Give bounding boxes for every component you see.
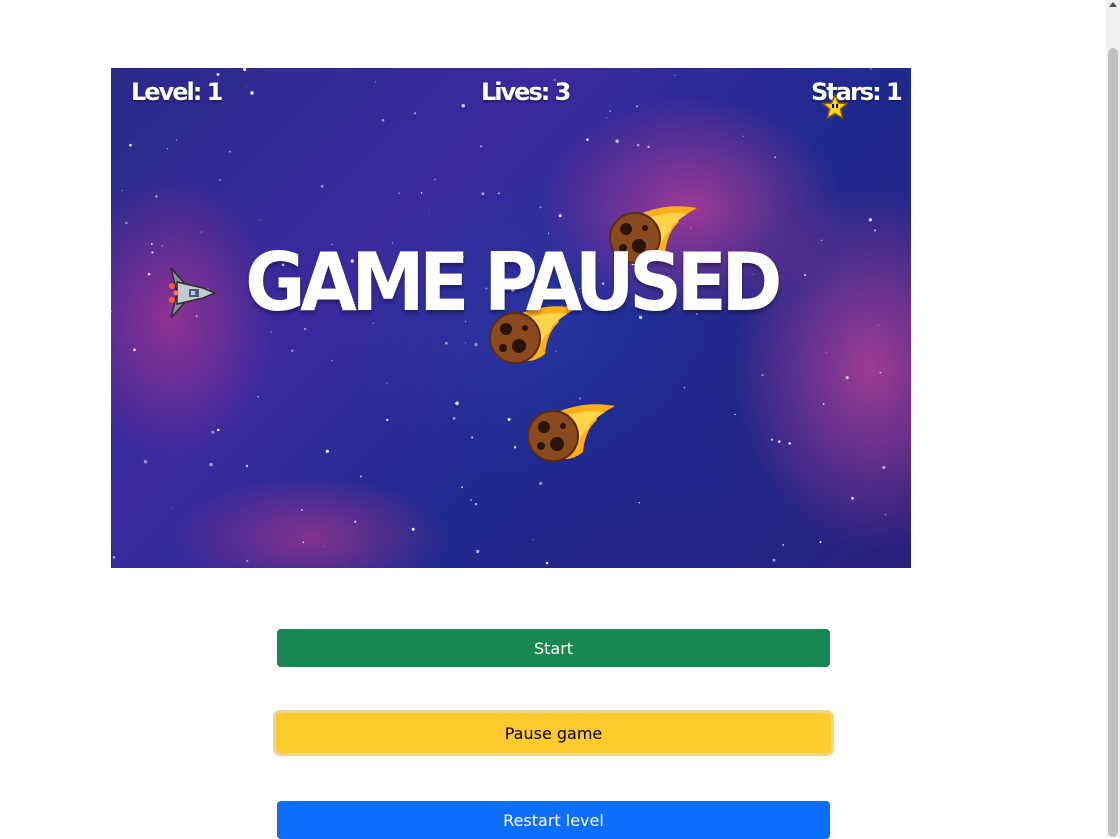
pause-game-button[interactable]: Pause game bbox=[276, 713, 831, 753]
start-button[interactable]: Start bbox=[277, 629, 830, 667]
game-paused-overlay: GAME PAUSED bbox=[245, 236, 782, 329]
lives-counter: Lives: 3 bbox=[481, 78, 571, 106]
page-scrollbar[interactable] bbox=[1106, 0, 1120, 837]
restart-level-button[interactable]: Restart level bbox=[277, 801, 830, 839]
game-canvas[interactable]: Level: 1 Lives: 3 Stars: 1 GAME PAUSED bbox=[111, 68, 911, 568]
scrollbar-thumb[interactable] bbox=[1108, 48, 1118, 837]
level-counter: Level: 1 bbox=[131, 78, 223, 106]
scroll-up-arrow-icon[interactable] bbox=[1109, 2, 1117, 7]
meteor-icon bbox=[527, 404, 615, 462]
star-icon bbox=[822, 94, 848, 120]
